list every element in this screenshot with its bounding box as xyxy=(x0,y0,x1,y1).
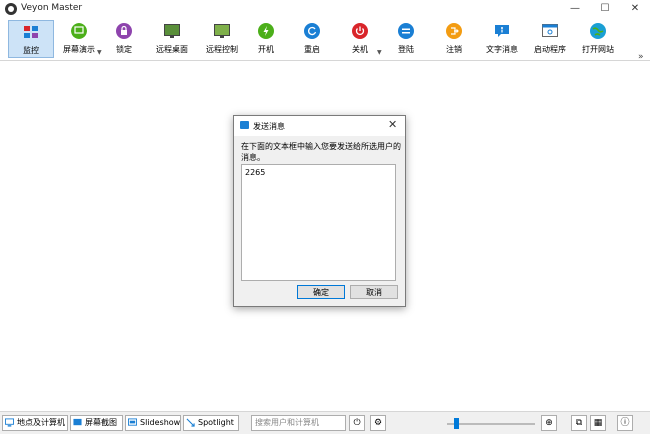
network-icon: ⚙ xyxy=(373,418,383,428)
grid-layout-button[interactable]: ▦ xyxy=(590,415,606,431)
remote-desktop-icon xyxy=(164,24,180,38)
veyon-logo-icon xyxy=(5,3,17,15)
toolbar-label: 打开网站 xyxy=(582,45,614,54)
close-button[interactable]: ✕ xyxy=(620,0,650,18)
status-bar: 地点及计算机 屏幕截图 Slideshow Spotlight 搜索用户和计算机… xyxy=(0,411,650,434)
screenshot-icon xyxy=(73,418,82,426)
toolbar-label: 文字消息 xyxy=(486,45,518,54)
toolbar-label: 远程桌面 xyxy=(156,45,188,54)
spotlight-icon xyxy=(186,418,195,427)
presentation-icon xyxy=(71,23,87,39)
zoom-slider-handle[interactable] xyxy=(454,418,459,429)
slideshow-label: Slideshow xyxy=(140,418,181,427)
toolbar-power-off-button[interactable]: 关机 ▼ xyxy=(340,20,382,58)
toolbar-remote-control-button[interactable]: 远程控制 xyxy=(198,20,246,58)
chevron-down-icon[interactable]: ▼ xyxy=(377,49,382,56)
search-input[interactable]: 搜索用户和计算机 xyxy=(251,415,346,431)
toolbar-label: 监控 xyxy=(23,46,39,55)
spotlight-label: Spotlight xyxy=(198,418,234,427)
ok-button[interactable]: 确定 xyxy=(297,285,345,299)
start-program-icon xyxy=(542,24,558,37)
remote-control-icon xyxy=(214,24,230,38)
toolbar-label: 锁定 xyxy=(116,45,132,54)
spotlight-button[interactable]: Spotlight xyxy=(183,415,239,431)
power-off-icon xyxy=(352,23,368,39)
toolbar-label: 开机 xyxy=(258,45,274,54)
grid-icon: ▦ xyxy=(593,418,603,428)
maximize-button[interactable]: ☐ xyxy=(590,0,620,18)
window-title: Veyon Master xyxy=(21,3,83,13)
about-button[interactable]: ⓘ xyxy=(617,415,633,431)
message-textarea[interactable]: 2265 xyxy=(241,164,396,281)
dialog-title: 发送消息 xyxy=(253,122,285,131)
screenshot-button[interactable]: 屏幕截图 xyxy=(70,415,123,431)
computer-status-button[interactable]: ⚙ xyxy=(370,415,386,431)
toolbar-reboot-button[interactable]: 重启 xyxy=(294,20,330,58)
slideshow-button[interactable]: Slideshow xyxy=(125,415,181,431)
monitor-icon xyxy=(24,26,38,38)
minimize-button[interactable]: — xyxy=(560,0,590,18)
toolbar-label: 屏幕演示 xyxy=(63,45,95,54)
info-icon: ⓘ xyxy=(620,418,630,428)
slideshow-icon xyxy=(128,418,137,426)
toolbar-text-message-button[interactable]: 文字消息 xyxy=(480,20,524,58)
auto-zoom-button[interactable]: ⊕ xyxy=(541,415,557,431)
toolbar-monitor-button[interactable]: 监控 xyxy=(8,20,54,58)
dialog-title-bar: 发送消息 ✕ xyxy=(234,116,405,136)
locations-button[interactable]: 地点及计算机 xyxy=(2,415,68,431)
cancel-button[interactable]: 取消 xyxy=(350,285,398,299)
fullscreen-icon: ⧉ xyxy=(575,418,583,428)
toolbar-power-on-button[interactable]: 开机 xyxy=(248,20,284,58)
toolbar-remote-desktop-button[interactable]: 远程桌面 xyxy=(148,20,196,58)
title-bar: Veyon Master — ☐ ✕ xyxy=(0,0,650,18)
locations-label: 地点及计算机 xyxy=(17,418,65,427)
toolbar-login-button[interactable]: 登陆 xyxy=(388,20,424,58)
lock-icon xyxy=(116,23,132,39)
zoom-slider[interactable] xyxy=(447,423,535,425)
zoom-fit-icon: ⊕ xyxy=(545,418,553,428)
power-on-icon xyxy=(258,23,274,39)
power-icon: ⏻ xyxy=(353,418,361,428)
locations-icon xyxy=(5,418,14,427)
toolbar-label: 远程控制 xyxy=(206,45,238,54)
reboot-icon xyxy=(304,23,320,39)
toolbar-lock-button[interactable]: 锁定 xyxy=(104,20,144,58)
refresh-button[interactable]: ⏻ xyxy=(349,415,365,431)
toolbar-logout-button[interactable]: 注销 xyxy=(436,20,472,58)
logout-icon xyxy=(446,23,462,39)
toolbar-start-program-button[interactable]: 启动程序 xyxy=(528,20,572,58)
send-message-dialog: 发送消息 ✕ 在下面的文本框中输入您要发送给所选用户的消息。 2265 确定 取… xyxy=(233,115,406,307)
toolbar-label: 关机 xyxy=(352,45,368,54)
text-message-icon xyxy=(495,25,509,37)
toolbar-label: 登陆 xyxy=(398,45,414,54)
toolbar-label: 注销 xyxy=(446,45,462,54)
screenshot-label: 屏幕截图 xyxy=(85,418,117,427)
toolbar-label: 重启 xyxy=(304,45,320,54)
toolbar-open-website-button[interactable]: 打开网站 xyxy=(576,20,620,58)
toolbar: 监控 屏幕演示 ▼ 锁定 远程桌面 远程控制 开机 重启 关机 ▼ 登陆 注销 … xyxy=(0,18,650,62)
message-icon xyxy=(240,121,249,129)
login-icon xyxy=(398,23,414,39)
dialog-close-button[interactable]: ✕ xyxy=(388,118,397,131)
toolbar-presentation-button[interactable]: 屏幕演示 ▼ xyxy=(56,20,102,58)
chevron-down-icon[interactable]: ▼ xyxy=(97,49,102,56)
open-website-icon xyxy=(590,23,606,39)
toolbar-label: 启动程序 xyxy=(534,45,566,54)
fullscreen-button[interactable]: ⧉ xyxy=(571,415,587,431)
dialog-prompt: 在下面的文本框中输入您要发送给所选用户的消息。 xyxy=(241,142,401,162)
